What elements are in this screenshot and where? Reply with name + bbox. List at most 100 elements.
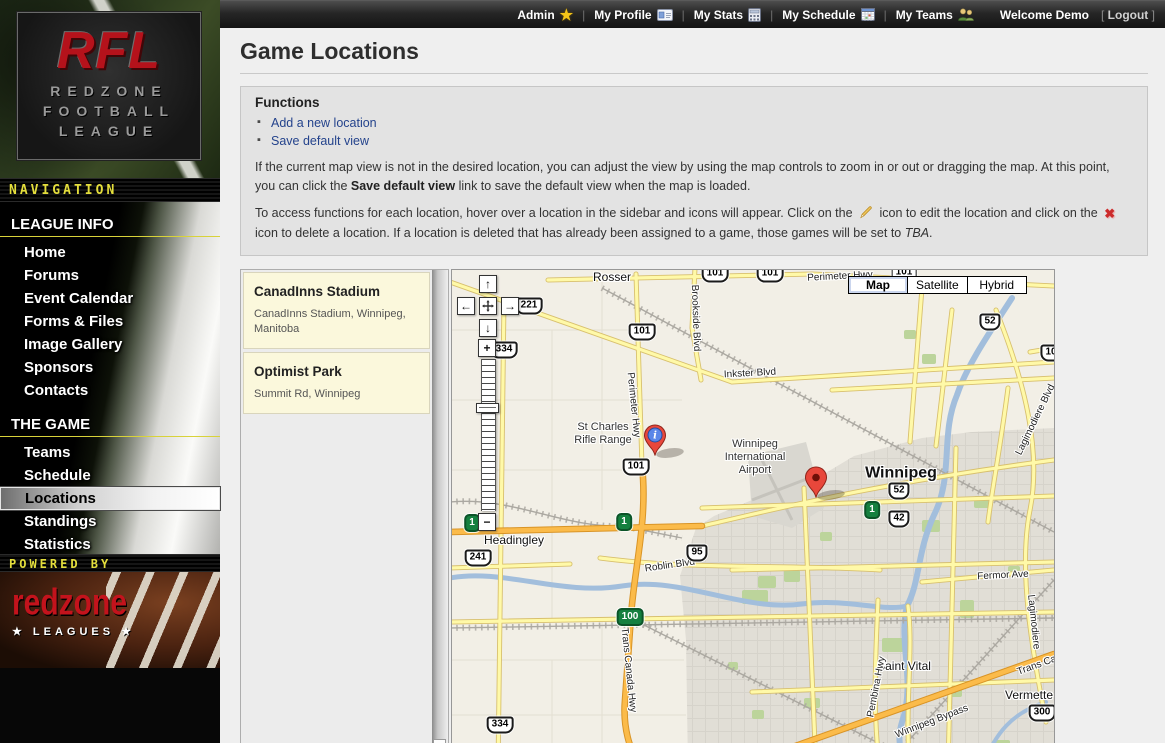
nav-section-the-game: THE GAME xyxy=(0,408,220,437)
sidebar-item-standings[interactable]: Standings xyxy=(0,510,220,533)
sidebar-item-schedule[interactable]: Schedule xyxy=(0,464,220,487)
location-address: Summit Rd, Winnipeg xyxy=(254,387,419,402)
arrow-right-icon: → xyxy=(504,299,516,313)
highway-shield-52: 52 xyxy=(979,314,1000,331)
nav-section-items: TeamsScheduleLocationsStandingsStatistic… xyxy=(0,441,220,556)
highway-shield-10: 10 xyxy=(1040,345,1055,362)
pan-down-button[interactable]: ↓ xyxy=(479,319,497,337)
league-logo-line: LEAGUE xyxy=(18,121,200,141)
map-canvas[interactable]: RosserPerimeter HwyBrookside BlvdInkster… xyxy=(451,269,1055,743)
highway-shield-42: 42 xyxy=(888,511,909,528)
logout-button[interactable]: Logout xyxy=(1108,8,1149,22)
highway-shield-101: 101 xyxy=(623,459,650,476)
logout-wrap: [ Logout ] xyxy=(1101,8,1155,22)
topbar-item-label: Admin xyxy=(517,8,554,22)
sidebar-item-forums[interactable]: Forums xyxy=(0,264,220,287)
separator: | xyxy=(682,8,685,22)
save-default-view-emphasis: Save default view xyxy=(351,179,455,193)
sidebar-item-contacts[interactable]: Contacts xyxy=(0,379,220,402)
topbar-item-label: My Stats xyxy=(694,8,743,22)
league-logo-line: FOOTBALL xyxy=(18,101,200,121)
location-name: Optimist Park xyxy=(254,364,419,379)
bracket: [ xyxy=(1101,8,1104,22)
locations-and-map: CanadInns Stadium CanadInns Stadium, Winn… xyxy=(240,269,1148,743)
paragraph-text: . xyxy=(929,226,932,240)
pan-up-button[interactable]: ↑ xyxy=(479,275,497,293)
location-name: CanadInns Stadium xyxy=(254,284,419,299)
league-logo: RFL REDZONE FOOTBALL LEAGUE xyxy=(17,12,201,160)
pan-left-button[interactable]: ← xyxy=(457,297,475,315)
topbar-item-my-profile[interactable]: My Profile xyxy=(594,8,672,22)
paragraph-text: icon to edit the location and click on t… xyxy=(876,206,1101,220)
topbar-menu: Admin★|My Profile|My Stats|My Schedule|M… xyxy=(517,6,974,24)
navigation-led-bar: NAVIGATION xyxy=(0,178,220,202)
map-type-button-hybrid[interactable]: Hybrid xyxy=(967,276,1027,294)
location-card[interactable]: CanadInns Stadium CanadInns Stadium, Winn… xyxy=(243,272,430,349)
functions-paragraph-1: If the current map view is not in the de… xyxy=(255,158,1133,196)
map-label-lagimodiere: Lagimodiere xyxy=(1024,594,1042,650)
sidebar-item-statistics[interactable]: Statistics xyxy=(0,533,220,556)
map-label-brookside-blvd: Brookside Blvd xyxy=(688,284,702,351)
topbar-item-admin[interactable]: Admin★ xyxy=(517,6,573,24)
zoom-out-button[interactable]: − xyxy=(478,513,496,531)
highway-shield-101: 101 xyxy=(629,324,656,341)
paragraph-text: To access functions for each location, h… xyxy=(255,206,856,220)
topbar-item-label: My Profile xyxy=(594,8,651,22)
map-type-bar: MapSatelliteHybrid xyxy=(849,276,1027,294)
topbar-item-label: My Schedule xyxy=(782,8,855,22)
teams-icon xyxy=(958,8,974,21)
sidebar-item-event-calendar[interactable]: Event Calendar xyxy=(0,287,220,310)
zoom-in-button[interactable]: + xyxy=(478,339,496,357)
nav-section-items: HomeForumsEvent CalendarForms & FilesIma… xyxy=(0,241,220,402)
tch-highway-shield-1: 1 xyxy=(864,501,880,519)
locations-scrollbar[interactable] xyxy=(432,270,448,743)
map-label-inkster-blvd: Inkster Blvd xyxy=(724,367,777,382)
sidebar-item-locations[interactable]: Locations xyxy=(0,487,220,510)
topbar-item-my-stats[interactable]: My Stats xyxy=(694,8,761,22)
map-overlay: RosserPerimeter HwyBrookside BlvdInkster… xyxy=(452,270,1054,743)
functions-title: Functions xyxy=(255,95,1133,110)
separator: | xyxy=(884,8,887,22)
sidebar-item-image-gallery[interactable]: Image Gallery xyxy=(0,333,220,356)
map-label-vermette: Vermette xyxy=(1005,688,1053,702)
map-type-button-satellite[interactable]: Satellite xyxy=(907,276,968,294)
save-default-view-link[interactable]: Save default view xyxy=(271,134,369,148)
sidebar-item-forms-files[interactable]: Forms & Files xyxy=(0,310,220,333)
map-marker-plain[interactable] xyxy=(804,466,828,499)
location-card[interactable]: Optimist Park Summit Rd, Winnipeg xyxy=(243,352,430,414)
topbar-item-my-teams[interactable]: My Teams xyxy=(896,8,974,22)
map-label-winnipeg-bypass: Winnipeg Bypass xyxy=(894,703,970,742)
highway-shield-241: 241 xyxy=(465,550,492,567)
topbar-item-my-schedule[interactable]: My Schedule xyxy=(782,8,874,22)
sidebar-item-sponsors[interactable]: Sponsors xyxy=(0,356,220,379)
map-label-trans-canada-hwy: Trans Canada Hwy xyxy=(618,627,639,713)
map-label-fermor-ave: Fermor Ave xyxy=(977,569,1029,584)
sidebar-item-teams[interactable]: Teams xyxy=(0,441,220,464)
powered-by-led-bar: POWERED BY xyxy=(0,554,220,572)
pan-right-button[interactable]: → xyxy=(501,297,519,315)
functions-link-item: Save default view xyxy=(257,132,1133,150)
svg-text:i: i xyxy=(653,431,657,442)
map-marker-info[interactable]: i xyxy=(643,424,667,457)
functions-link-item: Add a new location xyxy=(257,114,1133,132)
highway-shield-52: 52 xyxy=(888,483,909,500)
sidebar-navigation: LEAGUE INFO HomeForumsEvent CalendarForms… xyxy=(0,202,220,554)
map-type-button-map[interactable]: Map xyxy=(848,276,908,294)
location-address: CanadInns Stadium, Winnipeg, Manitoba xyxy=(254,307,419,337)
sidebar-item-home[interactable]: Home xyxy=(0,241,220,264)
sidebar: RFL REDZONE FOOTBALL LEAGUE NAVIGATION L… xyxy=(0,0,220,743)
map-label-headingley: Headingley xyxy=(484,533,544,547)
league-logo-abbr: RFL xyxy=(18,21,200,81)
paragraph-text: link to save the default view when the m… xyxy=(455,179,750,193)
arrow-down-icon: ↓ xyxy=(485,321,491,335)
add-new-location-link[interactable]: Add a new location xyxy=(271,116,377,130)
edit-pencil-icon xyxy=(859,205,873,225)
tba-emphasis: TBA xyxy=(905,226,929,240)
zoom-slider-handle[interactable] xyxy=(476,403,499,413)
scrollbar-thumb[interactable] xyxy=(433,739,446,743)
nav-section-league-info: LEAGUE INFO xyxy=(0,208,220,237)
pan-center-button[interactable] xyxy=(479,297,497,315)
plus-icon: + xyxy=(483,341,490,355)
zoom-slider-track[interactable] xyxy=(481,359,496,511)
separator: | xyxy=(582,8,585,22)
